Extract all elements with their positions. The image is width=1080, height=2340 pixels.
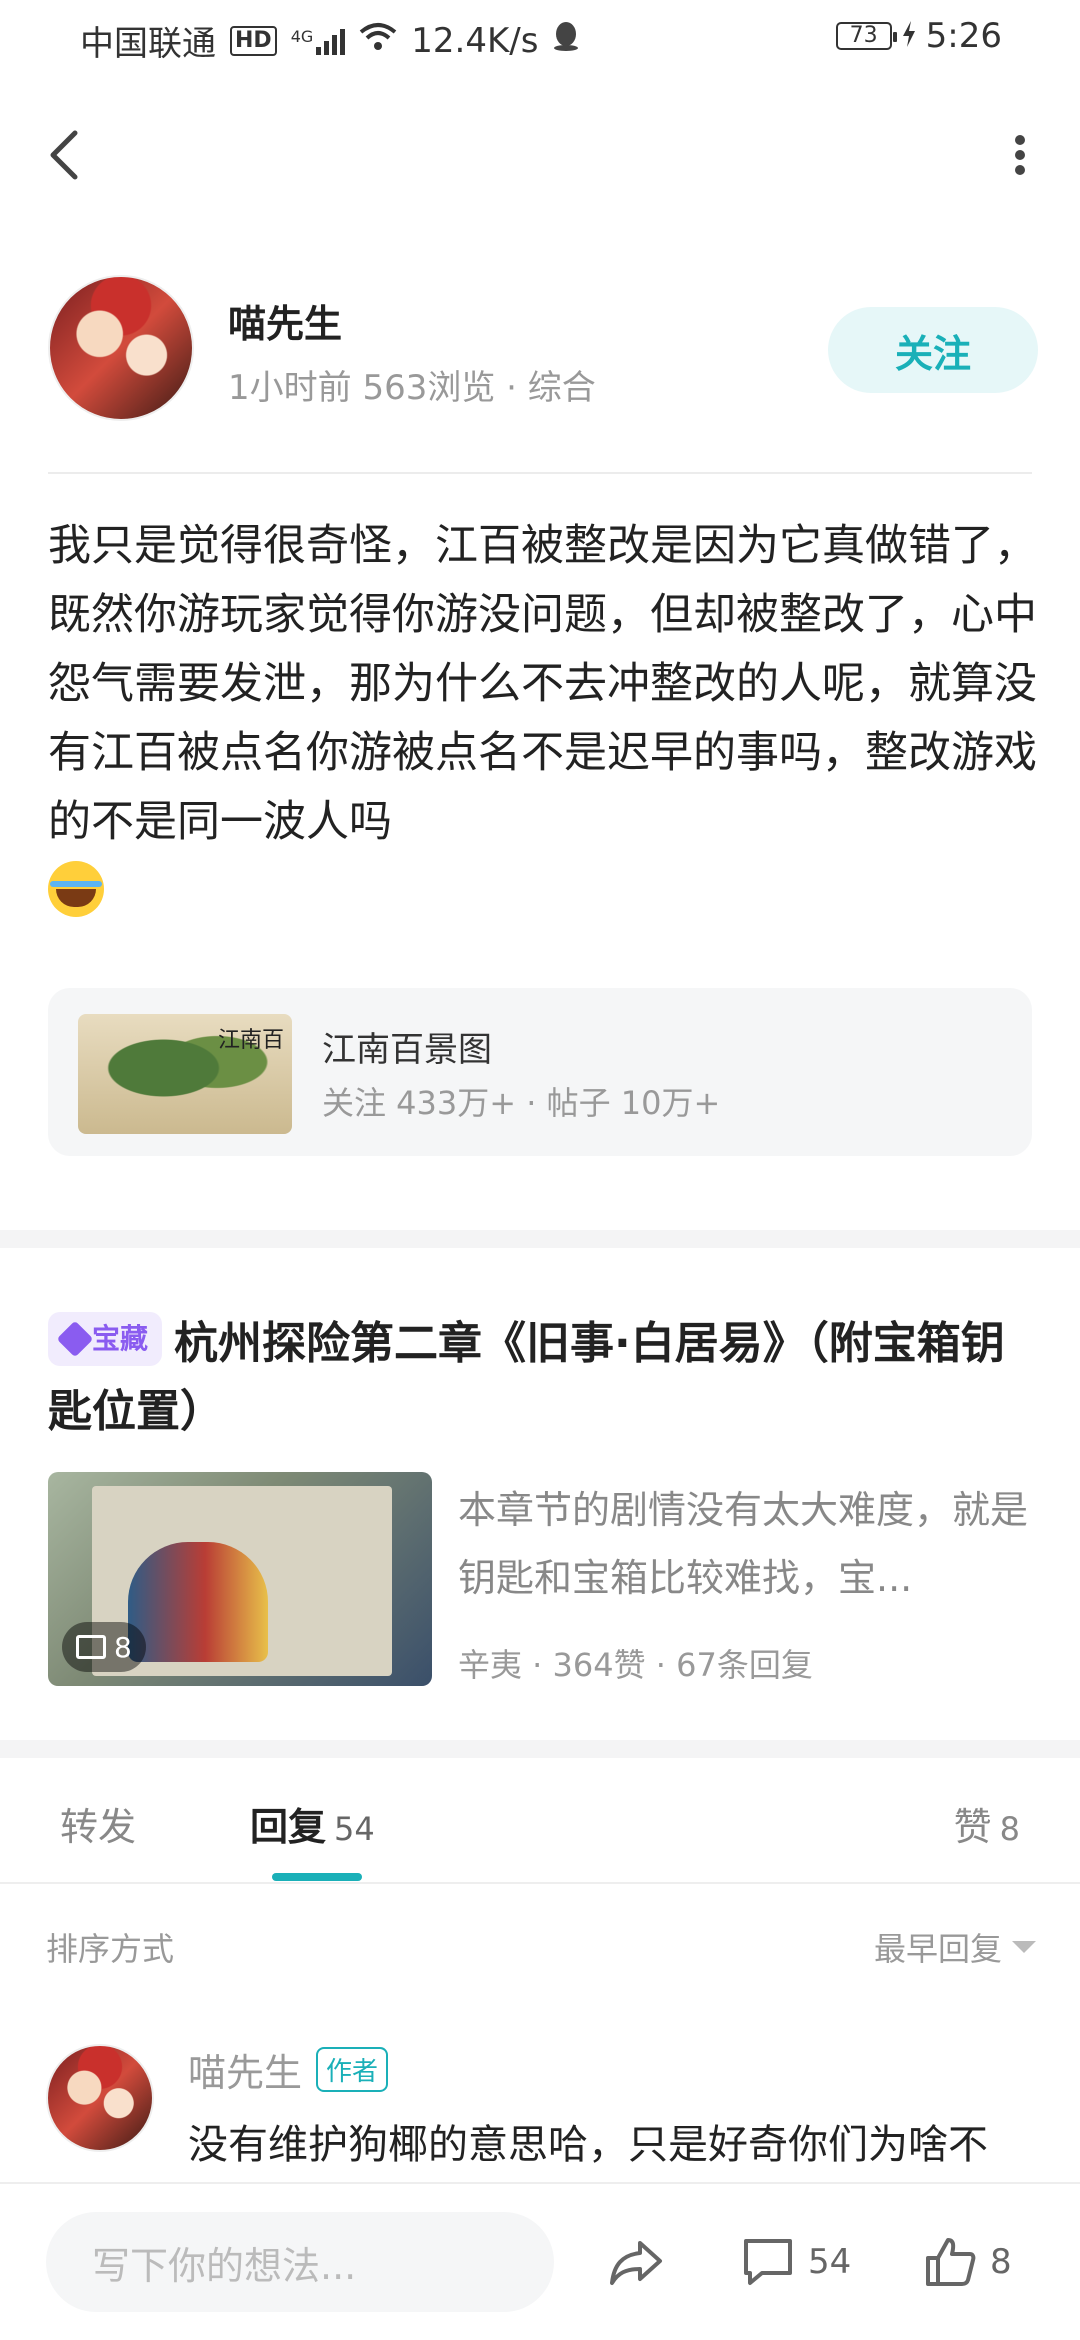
avatar[interactable]: [48, 275, 194, 421]
signal-icon: 4G: [291, 27, 346, 55]
network-type: 4G: [290, 26, 314, 46]
network-speed: 12.4K/s: [411, 20, 539, 61]
charging-icon: [902, 16, 916, 56]
battery-icon: 73: [835, 22, 897, 50]
image-count: 8: [114, 1630, 132, 1664]
author-name[interactable]: 喵先生: [228, 293, 342, 348]
tab-like-count: 8: [999, 1810, 1020, 1848]
tab-like[interactable]: 赞8: [954, 1796, 1020, 1851]
section-separator: [0, 1740, 1080, 1758]
top-nav-bar: [0, 100, 1080, 210]
sort-value: 最早回复: [873, 1930, 1002, 1968]
sort-label: 排序方式: [46, 1930, 175, 1968]
related-post-title-block: 宝藏 杭州探险第二章《旧事·白居易》（附宝箱钥匙位置）: [48, 1310, 1038, 1446]
chevron-left-icon: [50, 130, 78, 180]
divider: [48, 472, 1032, 474]
badge-label: 宝藏: [92, 1322, 149, 1355]
tab-forward-label: 转发: [60, 1805, 137, 1849]
status-bar: 中国联通 HD 4G 12.4K/s 73 5:26: [0, 0, 1080, 75]
avatar[interactable]: [46, 2044, 154, 2152]
topic-thumbnail: 江南百: [78, 1014, 292, 1134]
sort-row: 排序方式 最早回复: [46, 1924, 1036, 1974]
carrier-label: 中国联通: [80, 24, 216, 64]
share-icon: [610, 2241, 662, 2285]
follow-button[interactable]: 关注: [828, 307, 1038, 393]
tab-like-label: 赞: [953, 1805, 992, 1849]
treasure-badge: 宝藏: [48, 1312, 163, 1366]
thumbnail-calligraphy: 江南百: [217, 1028, 284, 1053]
hd-badge: HD: [230, 25, 277, 56]
comment-button[interactable]: 54: [742, 2222, 851, 2302]
post-body: 我只是觉得很奇怪，江百被整改是因为它真做错了，既然你游玩家觉得你游没问题，但却被…: [48, 512, 1038, 926]
post-meta: 1小时前 563浏览 · 综合: [228, 368, 596, 408]
post-text: 我只是觉得很奇怪，江百被整改是因为它真做错了，既然你游玩家觉得你游没问题，但却被…: [48, 521, 1037, 847]
caret-down-icon: [1012, 1941, 1036, 1953]
comment-count: 54: [808, 2242, 852, 2282]
comment-input[interactable]: 写下你的想法...: [46, 2212, 554, 2312]
more-options-button[interactable]: [990, 120, 1050, 190]
clock: 5:26: [925, 16, 1002, 56]
bottom-action-bar: 写下你的想法... 54 8: [0, 2182, 1080, 2340]
related-post-card[interactable]: 宝藏 杭州探险第二章《旧事·白居易》（附宝箱钥匙位置） 8 本章节的剧情没有太大难…: [48, 1310, 1038, 1686]
interaction-tabs: 转发 回复 54 赞8: [0, 1760, 1080, 1884]
sort-dropdown[interactable]: 最早回复: [874, 1924, 1036, 1970]
tab-reply-label: 回复: [250, 1805, 327, 1849]
wifi-icon: [359, 21, 397, 61]
author-row: 喵先生 1小时前 563浏览 · 综合 关注: [48, 275, 1038, 425]
tab-forward[interactable]: 转发: [60, 1796, 136, 1851]
image-icon: [76, 1635, 106, 1659]
topic-stats: 关注 433万+ · 帖子 10万+: [322, 1084, 721, 1122]
image-figures: [128, 1542, 268, 1662]
section-separator: [0, 1230, 1080, 1248]
related-post-image[interactable]: 8: [48, 1472, 432, 1686]
tab-reply[interactable]: 回复 54: [250, 1796, 375, 1851]
vertical-dots-icon: [1015, 135, 1025, 175]
comment-text: 没有维护狗椰的意思哈，只是好奇你们为啥不: [188, 2122, 988, 2168]
comment-author: 喵先生 作者: [188, 2042, 389, 2097]
tears-of-joy-emoji-icon: [48, 861, 104, 917]
topic-title: 江南百景图: [322, 1030, 492, 1070]
diamond-icon: [56, 1320, 94, 1358]
related-post-title: 杭州探险第二章《旧事·白居易》（附宝箱钥匙位置）: [48, 1318, 1005, 1437]
thumbs-up-icon: [926, 2238, 976, 2286]
active-tab-indicator: [272, 1873, 362, 1881]
like-count: 8: [990, 2242, 1012, 2282]
comment-item: 喵先生 作者 没有维护狗椰的意思哈，只是好奇你们为啥不: [46, 2042, 1036, 2168]
related-post-description: 本章节的剧情没有太大难度，就是钥匙和宝箱比较难找，宝...: [458, 1488, 1029, 1600]
back-button[interactable]: [30, 120, 100, 190]
tab-reply-count: 54: [334, 1810, 375, 1848]
related-post-meta: 辛夷 · 364赞 · 67条回复: [458, 1646, 813, 1684]
comment-author-name[interactable]: 喵先生: [188, 2042, 302, 2097]
author-tag: 作者: [316, 2047, 389, 2092]
topic-card[interactable]: 江南百 江南百景图 关注 433万+ · 帖子 10万+: [48, 988, 1032, 1156]
like-button[interactable]: 8: [924, 2222, 1012, 2302]
qq-icon: [552, 20, 580, 61]
image-count-badge: 8: [62, 1622, 146, 1672]
comment-icon: [744, 2239, 792, 2285]
share-button[interactable]: [608, 2222, 664, 2302]
